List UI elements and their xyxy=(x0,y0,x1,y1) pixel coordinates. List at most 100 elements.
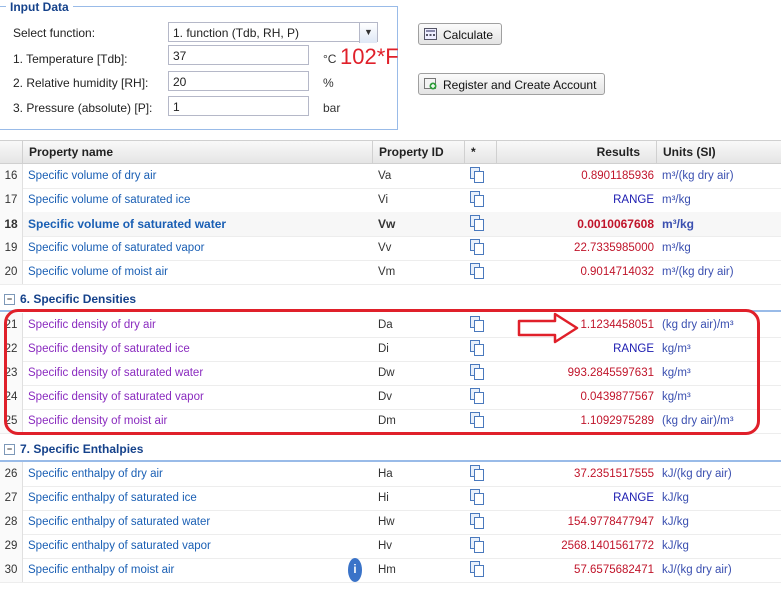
header-units[interactable]: Units (SI) xyxy=(656,141,781,163)
copy-icon[interactable] xyxy=(470,409,490,433)
table-row[interactable]: 18 Specific volume of saturated water Vw… xyxy=(0,212,781,237)
header-property-name[interactable]: Property name xyxy=(22,141,372,163)
property-name[interactable]: Specific density of saturated vapor xyxy=(28,385,204,409)
property-name[interactable]: Specific volume of saturated water xyxy=(28,212,226,236)
copy-icon[interactable] xyxy=(470,361,490,385)
collapse-icon[interactable]: − xyxy=(4,294,15,306)
property-id: Di xyxy=(378,343,389,355)
header-results[interactable]: Results xyxy=(496,141,656,163)
collapse-icon[interactable]: − xyxy=(4,444,15,456)
row-number: 22 xyxy=(0,337,23,361)
property-name[interactable]: Specific density of saturated water xyxy=(28,361,203,385)
copy-icon[interactable] xyxy=(470,212,490,236)
result-value: 57.6575682471 xyxy=(574,564,654,576)
register-button[interactable]: Register and Create Account xyxy=(418,73,606,95)
property-name[interactable]: Specific density of saturated ice xyxy=(28,337,190,361)
humidity-label: 2. Relative humidity [RH]: xyxy=(13,76,149,90)
result-unit: kJ/(kg dry air) xyxy=(662,564,732,576)
property-id: Ha xyxy=(378,468,393,480)
table-row[interactable]: 24 Specific density of saturated vapor D… xyxy=(0,385,781,410)
row-number: 17 xyxy=(0,188,23,212)
property-id: Dm xyxy=(378,415,396,427)
humidity-unit: % xyxy=(323,76,334,90)
select-function-label: Select function: xyxy=(13,26,96,40)
row-number: 16 xyxy=(0,164,23,188)
row-number: 28 xyxy=(0,510,23,534)
copy-icon[interactable] xyxy=(470,164,490,188)
property-name[interactable]: Specific enthalpy of saturated ice xyxy=(28,486,197,510)
calculate-label: Calculate xyxy=(443,28,494,42)
copy-icon[interactable] xyxy=(470,558,490,582)
header-star[interactable]: * xyxy=(464,141,496,163)
table-row[interactable]: 27 Specific enthalpy of saturated ice Hi… xyxy=(0,486,781,511)
table-row[interactable]: 30 Specific enthalpy of moist air i Hm 5… xyxy=(0,558,781,583)
copy-icon[interactable] xyxy=(470,313,490,337)
result-value: 154.9778477947 xyxy=(567,516,654,528)
result-unit: m³/kg xyxy=(662,217,695,231)
calculate-button[interactable]: Calculate xyxy=(418,23,503,45)
table-row[interactable]: 28 Specific enthalpy of saturated water … xyxy=(0,510,781,535)
row-number: 18 xyxy=(0,212,23,236)
row-number: 29 xyxy=(0,534,23,558)
fahrenheit-annotation: 102*F xyxy=(340,44,399,69)
property-id: Dv xyxy=(378,391,393,403)
table-row[interactable]: 20 Specific volume of moist air Vm 0.901… xyxy=(0,260,781,285)
group-header-enthalpies[interactable]: −7. Specific Enthalpies xyxy=(0,438,781,462)
result-value: 0.9014714032 xyxy=(580,266,654,278)
property-name[interactable]: Specific density of moist air xyxy=(28,409,167,433)
table-row[interactable]: 19 Specific volume of saturated vapor Vv… xyxy=(0,236,781,261)
result-value: 0.8901185936 xyxy=(581,170,654,182)
property-name[interactable]: Specific volume of moist air xyxy=(28,260,168,284)
header-rownum xyxy=(0,141,22,163)
table-row[interactable]: 21 Specific density of dry air Da 1.1234… xyxy=(0,313,781,338)
row-number: 27 xyxy=(0,486,23,510)
header-property-id[interactable]: Property ID xyxy=(372,141,464,163)
row-number: 20 xyxy=(0,260,23,284)
result-unit: kg/m³ xyxy=(662,343,691,355)
row-number: 23 xyxy=(0,361,23,385)
copy-icon[interactable] xyxy=(470,337,490,361)
property-name[interactable]: Specific enthalpy of moist air xyxy=(28,558,174,582)
result-unit: kg/m³ xyxy=(662,367,691,379)
property-name[interactable]: Specific volume of dry air xyxy=(28,164,156,188)
property-id: Va xyxy=(378,170,392,182)
temperature-input[interactable]: 37 xyxy=(168,45,309,65)
info-icon[interactable]: i xyxy=(348,558,362,582)
table-row[interactable]: 26 Specific enthalpy of dry air Ha 37.23… xyxy=(0,462,781,487)
result-value: 22.7335985000 xyxy=(574,242,654,254)
table-row[interactable]: 17 Specific volume of saturated ice Vi R… xyxy=(0,188,781,213)
group-header-densities[interactable]: −6. Specific Densities xyxy=(0,288,781,312)
table-row[interactable]: 25 Specific density of moist air Dm 1.10… xyxy=(0,409,781,434)
copy-icon[interactable] xyxy=(470,510,490,534)
copy-icon[interactable] xyxy=(470,486,490,510)
copy-icon[interactable] xyxy=(470,385,490,409)
property-id: Vm xyxy=(378,266,396,278)
property-id: Da xyxy=(378,319,393,331)
table-row[interactable]: 16 Specific volume of dry air Va 0.89011… xyxy=(0,164,781,189)
table-row[interactable]: 29 Specific enthalpy of saturated vapor … xyxy=(0,534,781,559)
chevron-down-icon[interactable]: ▼ xyxy=(359,23,377,43)
property-name[interactable]: Specific enthalpy of saturated vapor xyxy=(28,534,211,558)
pressure-unit: bar xyxy=(323,101,341,115)
copy-icon[interactable] xyxy=(470,236,490,260)
copy-icon[interactable] xyxy=(470,188,490,212)
table-row[interactable]: 22 Specific density of saturated ice Di … xyxy=(0,337,781,362)
property-name[interactable]: Specific density of dry air xyxy=(28,313,156,337)
copy-icon[interactable] xyxy=(470,534,490,558)
result-unit: kg/m³ xyxy=(662,391,691,403)
property-name[interactable]: Specific enthalpy of dry air xyxy=(28,462,163,486)
property-id: Dw xyxy=(378,367,395,379)
property-name[interactable]: Specific volume of saturated vapor xyxy=(28,236,204,260)
result-value: 0.0010067608 xyxy=(577,217,654,231)
property-name[interactable]: Specific enthalpy of saturated water xyxy=(28,510,210,534)
copy-icon[interactable] xyxy=(470,462,490,486)
property-id: Vw xyxy=(378,217,396,231)
pressure-input[interactable]: 1 xyxy=(168,96,309,116)
humidity-input[interactable]: 20 xyxy=(168,71,309,91)
table-row[interactable]: 23 Specific density of saturated water D… xyxy=(0,361,781,386)
function-select[interactable]: 1. function (Tdb, RH, P) ▼ xyxy=(168,22,378,43)
result-unit: m³/kg xyxy=(662,194,691,206)
property-name[interactable]: Specific volume of saturated ice xyxy=(28,188,190,212)
register-label: Register and Create Account xyxy=(443,78,597,92)
copy-icon[interactable] xyxy=(470,260,490,284)
